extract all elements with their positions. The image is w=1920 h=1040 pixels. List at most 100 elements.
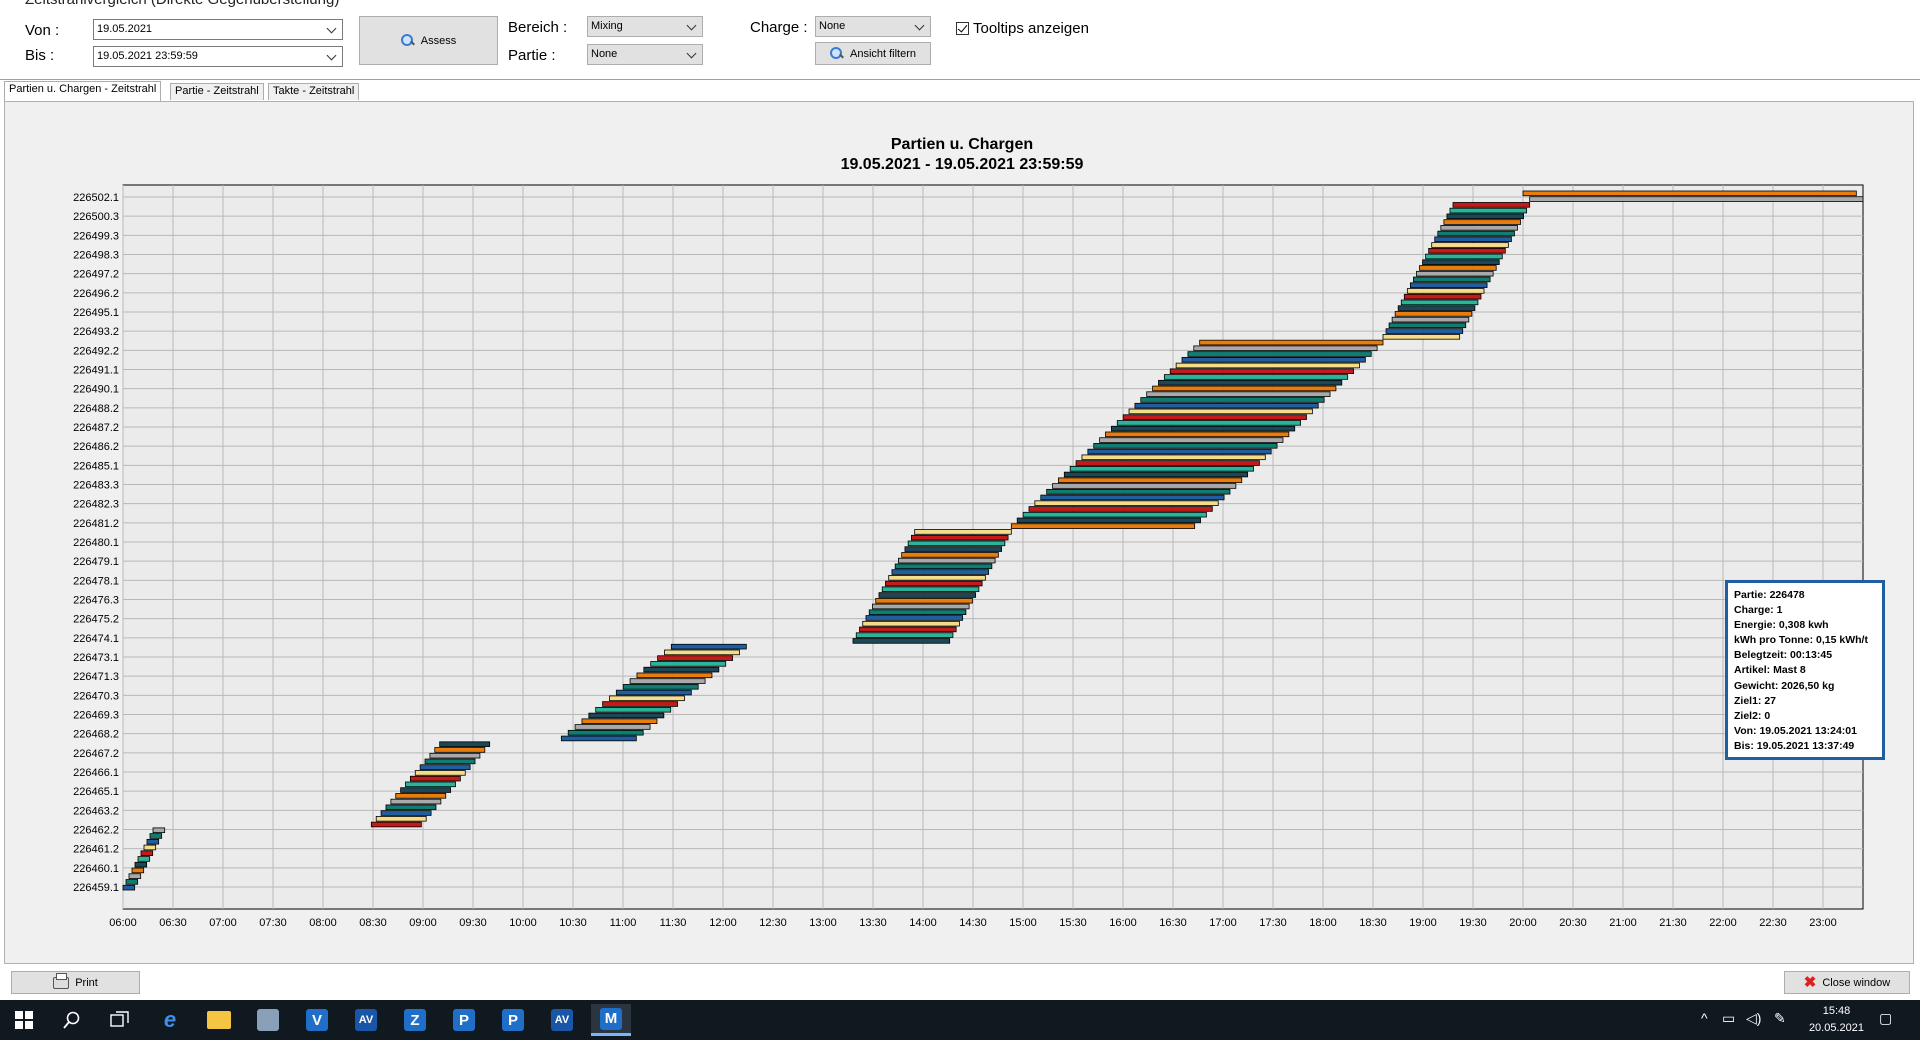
windows-taskbar: e V AV Z P P AV M ^ ▭ ◁) ✎ 15:48 20.05.2… [0, 1000, 1920, 1040]
close-window-button[interactable]: ✖ Close window [1784, 971, 1910, 994]
tooltips-checkbox[interactable] [956, 22, 969, 35]
task-view-icon[interactable] [100, 1004, 140, 1036]
chevron-down-icon[interactable] [685, 17, 699, 36]
y-tick-label: 226497.2 [73, 269, 119, 281]
network-icon[interactable]: ▭ [1722, 1010, 1735, 1027]
tab-partie-zeitstrahl[interactable]: Partie - Zeitstrahl [170, 83, 264, 100]
y-tick-label: 226474.1 [73, 633, 119, 645]
gantt-bar [881, 586, 980, 593]
chevron-down-icon[interactable] [913, 17, 927, 36]
printer-icon [53, 972, 70, 989]
chevron-down-icon[interactable] [325, 47, 339, 66]
gantt-bar [891, 569, 990, 575]
x-tick-label: 21:30 [1659, 917, 1687, 929]
tooltip-line: Bis: 19.05.2021 13:37:49 [1734, 739, 1855, 752]
tooltips-label[interactable]: Tooltips anzeigen [973, 20, 1089, 37]
gantt-bar [907, 540, 1006, 547]
assess-button[interactable]: Assess [359, 16, 498, 65]
gantt-bar [1522, 190, 1857, 197]
gantt-bar [1181, 356, 1366, 363]
gantt-bar [859, 626, 957, 633]
gantt-bar [914, 529, 1012, 535]
app-p-icon[interactable]: P [493, 1004, 533, 1036]
gantt-bar [1116, 420, 1302, 426]
app-av-icon[interactable]: AV [542, 1004, 582, 1036]
app-p-icon[interactable]: P [444, 1004, 484, 1036]
gantt-bar [1099, 437, 1284, 443]
gantt-bar [1105, 431, 1290, 438]
gantt-bar [1446, 213, 1524, 220]
x-tick-label: 13:00 [809, 917, 837, 929]
gantt-bar [429, 752, 481, 759]
gantt-bar [664, 649, 740, 656]
tooltip-line: Charge: 1 [1734, 604, 1783, 617]
gantt-bar [1122, 414, 1307, 420]
gantt-bar [1169, 368, 1354, 375]
app-av-icon[interactable]: AV [346, 1004, 386, 1036]
gantt-bar [424, 758, 476, 765]
x-tick-label: 12:30 [759, 917, 787, 929]
x-tick-label: 17:00 [1209, 917, 1237, 929]
x-tick-label: 11:30 [660, 917, 687, 929]
app-m-icon[interactable]: M [591, 1004, 631, 1036]
gantt-bar [1529, 196, 1864, 202]
edge-browser-icon[interactable]: e [150, 1004, 190, 1036]
chevron-down-icon[interactable] [325, 20, 339, 39]
bereich-select[interactable]: Mixing [587, 16, 703, 37]
gantt-bar [1416, 270, 1494, 277]
x-tick-label: 16:30 [1159, 917, 1187, 929]
von-date-picker[interactable]: 19.05.2021 [93, 19, 343, 40]
gantt-bar [1046, 488, 1231, 495]
partie-select[interactable]: None [587, 44, 703, 65]
x-tick-label: 12:00 [709, 917, 737, 929]
gantt-bar [885, 580, 983, 587]
chevron-up-icon[interactable]: ^ [1701, 1010, 1708, 1026]
x-tick-label: 14:00 [909, 917, 937, 929]
search-icon[interactable] [52, 1004, 92, 1036]
gantt-bar [865, 615, 964, 621]
von-label: Von : [25, 22, 60, 39]
y-tick-label: 226469.3 [73, 710, 119, 722]
gantt-bar [128, 873, 142, 879]
gantt-bar [1087, 448, 1272, 455]
x-tick-label: 06:30 [159, 917, 187, 929]
y-tick-label: 226485.1 [73, 460, 119, 472]
windows-start-icon[interactable] [4, 1004, 44, 1036]
gantt-bar [1434, 236, 1512, 243]
clock-time: 15:48 [1822, 1005, 1851, 1017]
tooltip-line: Gewicht: 2026,50 kg [1734, 679, 1835, 692]
x-tick-label: 14:30 [959, 917, 987, 929]
y-tick-label: 226492.2 [73, 345, 119, 357]
app-z-icon[interactable]: Z [395, 1004, 435, 1036]
x-tick-label: 20:30 [1559, 917, 1587, 929]
tab-partien-chargen-zeitstrahl[interactable]: Partien u. Chargen - Zeitstrahl [4, 81, 162, 101]
x-tick-label: 17:30 [1259, 917, 1287, 929]
application-window: Zeitstrahlvergleich (Direkte Gegenüberst… [0, 0, 1920, 1040]
gantt-bar [911, 534, 1009, 541]
bis-date-picker[interactable]: 19.05.2021 23:59:59 [93, 46, 343, 67]
app-v-icon[interactable]: V [297, 1004, 337, 1036]
volume-icon[interactable]: ◁) [1746, 1010, 1761, 1027]
gantt-bar [1394, 311, 1473, 317]
gantt-bar [143, 844, 157, 851]
gantt-bar [878, 592, 977, 598]
print-button[interactable]: Print [11, 971, 140, 994]
notification-icon[interactable]: ▢ [1879, 1010, 1892, 1027]
file-explorer-icon[interactable] [199, 1004, 239, 1036]
gantt-bar [1382, 334, 1461, 340]
app-icon[interactable] [248, 1004, 288, 1036]
pen-icon[interactable]: ✎ [1774, 1010, 1786, 1027]
x-tick-label: 10:00 [509, 917, 537, 929]
chevron-down-icon[interactable] [685, 45, 699, 64]
gantt-bar [152, 827, 166, 834]
tab-takte-zeitstrahl[interactable]: Takte - Zeitstrahl [268, 83, 360, 100]
bar-tooltip: Partie: 226478 Charge: 1 Energie: 0,308 … [1725, 580, 1885, 760]
gantt-bar [400, 787, 452, 793]
search-icon [829, 47, 844, 60]
system-clock[interactable]: 15:48 20.05.2021 [1809, 1003, 1864, 1037]
charge-select[interactable]: None [815, 16, 931, 37]
gantt-bar [409, 775, 461, 782]
ansicht-filtern-button[interactable]: Ansicht filtern [815, 42, 931, 65]
partie-value: None [591, 48, 618, 60]
y-tick-label: 226478.1 [73, 575, 119, 587]
